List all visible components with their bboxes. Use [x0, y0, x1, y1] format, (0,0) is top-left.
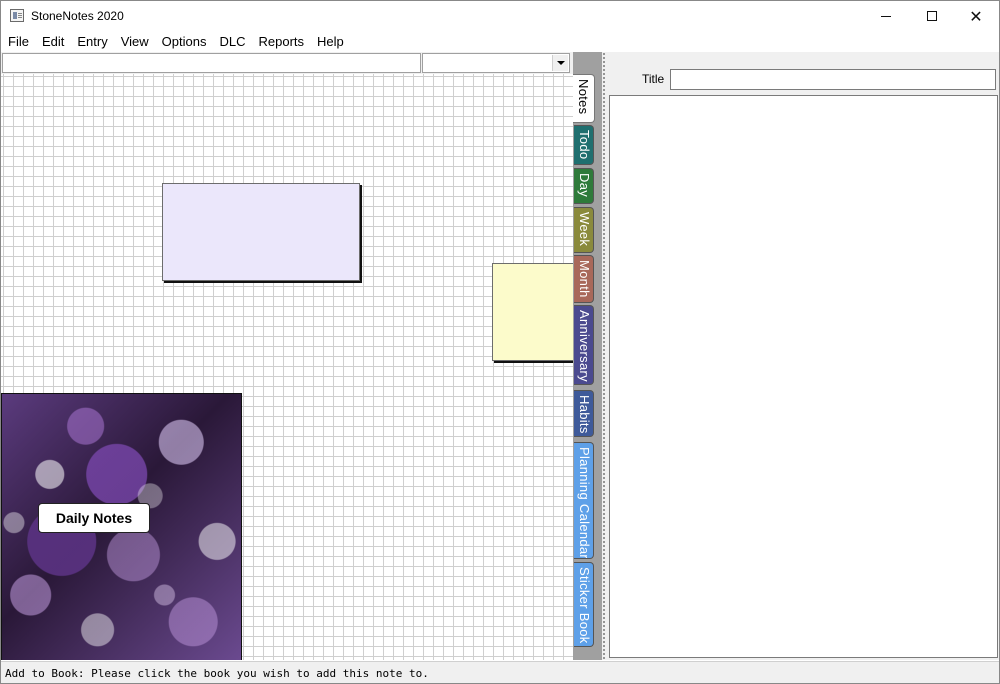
window-title: StoneNotes 2020 — [31, 9, 124, 23]
title-label: Title — [642, 72, 665, 86]
chevron-down-icon[interactable] — [552, 55, 568, 71]
tab-sticker-book[interactable]: Sticker Book — [574, 562, 594, 647]
title-input[interactable] — [670, 69, 996, 90]
close-button[interactable]: ✕ — [953, 1, 999, 31]
tab-notes[interactable]: Notes — [573, 74, 595, 123]
tab-day[interactable]: Day — [574, 168, 594, 204]
app-icon[interactable] — [10, 9, 24, 22]
menu-edit[interactable]: Edit — [35, 31, 70, 51]
title-bar[interactable]: StoneNotes 2020 ✕ — [1, 1, 999, 31]
notebook-daily-notes[interactable]: Daily Notes — [1, 393, 242, 660]
status-text: Add to Book: Please click the book you w… — [5, 667, 429, 680]
menu-entry[interactable]: Entry — [70, 31, 113, 51]
menu-options[interactable]: Options — [155, 31, 213, 51]
sticky-note-purple[interactable] — [162, 183, 360, 281]
note-canvas[interactable]: Daily Notes — [1, 74, 573, 660]
sticky-note-yellow[interactable] — [492, 263, 573, 361]
status-bar: Add to Book: Please click the book you w… — [1, 661, 999, 683]
menu-view[interactable]: View — [114, 31, 155, 51]
tab-todo[interactable]: Todo — [574, 125, 594, 165]
tab-habits[interactable]: Habits — [574, 390, 594, 437]
minimize-button[interactable] — [863, 1, 909, 31]
board-toolbar — [1, 52, 573, 74]
app-window: StoneNotes 2020 ✕ File Edit Entry View O… — [0, 0, 1000, 684]
tab-week[interactable]: Week — [574, 207, 594, 253]
close-icon: ✕ — [969, 6, 983, 26]
search-input[interactable] — [2, 53, 421, 73]
menu-dlc[interactable]: DLC — [212, 31, 251, 51]
tab-anniversary[interactable]: Anniversary — [574, 305, 594, 385]
minimize-icon — [881, 15, 891, 17]
notebook-label: Daily Notes — [38, 503, 150, 533]
tab-month[interactable]: Month — [574, 255, 594, 303]
section-tabs: Notes Todo Day Week Month Anniversary Ha… — [573, 52, 603, 660]
note-editor-pane: Title — [607, 52, 999, 660]
tab-planning-calendar[interactable]: Planning Calendar — [574, 442, 594, 559]
board-select[interactable] — [422, 53, 570, 73]
menu-help[interactable]: Help — [310, 31, 350, 51]
board-pane: Daily Notes — [1, 52, 573, 660]
menu-file[interactable]: File — [1, 31, 35, 51]
note-body-editor[interactable] — [609, 95, 998, 658]
maximize-icon — [927, 11, 937, 21]
menu-reports[interactable]: Reports — [251, 31, 310, 51]
menu-bar: File Edit Entry View Options DLC Reports… — [1, 31, 999, 51]
maximize-button[interactable] — [909, 1, 955, 31]
